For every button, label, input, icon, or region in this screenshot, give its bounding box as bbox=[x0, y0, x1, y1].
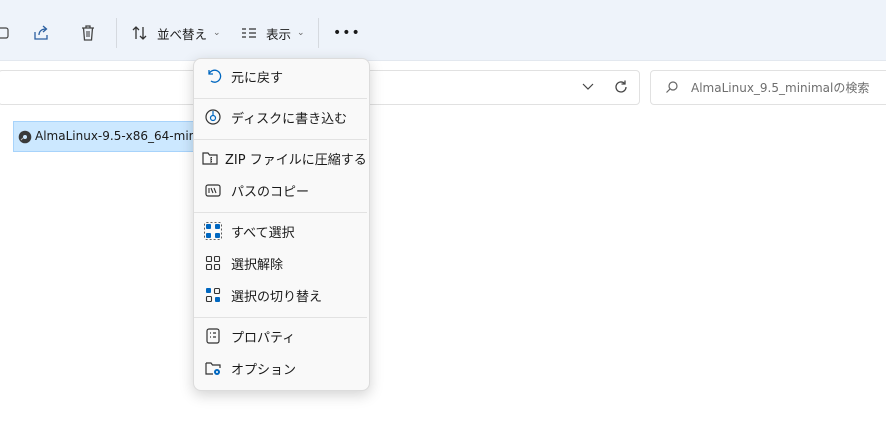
file-name: AlmaLinux-9.5-x86_64-minimal.iso bbox=[35, 129, 195, 143]
menu-item-label: ディスクに書き込む bbox=[231, 111, 348, 127]
view-icon bbox=[242, 28, 256, 38]
menu-divider bbox=[194, 139, 367, 140]
menu-item-label: パスのコピー bbox=[231, 184, 310, 200]
search-icon bbox=[665, 79, 679, 93]
search-input[interactable]: AlmaLinux_9.5_minimalの検索 bbox=[691, 79, 869, 96]
menu-item-burn-disc[interactable]: ディスクに書き込む bbox=[200, 103, 362, 131]
menu-item-label: オプション bbox=[231, 362, 297, 378]
rename-icon[interactable] bbox=[0, 22, 14, 44]
menu-item-label: 選択の切り替え bbox=[231, 289, 323, 305]
copy-path-icon bbox=[201, 178, 225, 202]
chevron-down-icon[interactable] bbox=[580, 78, 596, 94]
delete-button[interactable] bbox=[77, 22, 99, 44]
chevron-down-icon: ⌄ bbox=[213, 28, 221, 38]
chevron-down-icon: ⌄ bbox=[297, 28, 305, 38]
select-none-icon bbox=[201, 251, 225, 275]
disc-image-icon bbox=[18, 129, 32, 144]
menu-item-select-none[interactable]: 選択解除 bbox=[200, 249, 362, 277]
sort-icon bbox=[132, 26, 147, 40]
invert-selection-icon bbox=[201, 283, 225, 307]
menu-item-invert-selection[interactable]: 選択の切り替え bbox=[200, 281, 362, 309]
menu-item-label: 選択解除 bbox=[231, 257, 284, 273]
view-button[interactable]: 表示 ⌄ bbox=[240, 18, 305, 48]
toolbar-divider bbox=[318, 18, 319, 48]
sort-button[interactable]: 並べ替え ⌄ bbox=[131, 18, 221, 48]
options-icon bbox=[201, 356, 225, 380]
menu-item-label: ZIP ファイルに圧縮する bbox=[225, 152, 367, 168]
menu-item-zip[interactable]: ZIP ファイルに圧縮する bbox=[200, 144, 367, 172]
share-button[interactable] bbox=[30, 22, 52, 44]
menu-item-select-all[interactable]: すべて選択 bbox=[200, 217, 362, 245]
view-label: 表示 bbox=[266, 26, 292, 42]
menu-item-options[interactable]: オプション bbox=[200, 354, 362, 382]
menu-divider bbox=[194, 212, 367, 213]
trash-icon bbox=[82, 25, 94, 41]
menu-divider bbox=[194, 317, 367, 318]
sort-label: 並べ替え bbox=[157, 26, 208, 42]
properties-icon bbox=[201, 324, 225, 348]
menu-item-label: プロパティ bbox=[231, 330, 296, 346]
see-more-button[interactable]: ••• bbox=[333, 18, 361, 48]
toolbar-divider bbox=[116, 18, 117, 48]
menu-divider bbox=[194, 98, 367, 99]
disc-burn-icon bbox=[201, 105, 225, 129]
share-icon bbox=[34, 25, 48, 40]
menu-item-copy-path[interactable]: パスのコピー bbox=[200, 176, 362, 204]
refresh-icon[interactable] bbox=[612, 78, 630, 96]
zip-folder-icon bbox=[201, 146, 219, 170]
undo-icon bbox=[201, 64, 225, 88]
select-all-icon bbox=[201, 219, 225, 243]
menu-item-label: すべて選択 bbox=[231, 225, 295, 241]
menu-item-properties[interactable]: プロパティ bbox=[200, 322, 362, 350]
more-icon: ••• bbox=[333, 25, 361, 41]
menu-item-undo[interactable]: 元に戻す bbox=[200, 62, 362, 90]
menu-item-label: 元に戻す bbox=[231, 70, 284, 86]
